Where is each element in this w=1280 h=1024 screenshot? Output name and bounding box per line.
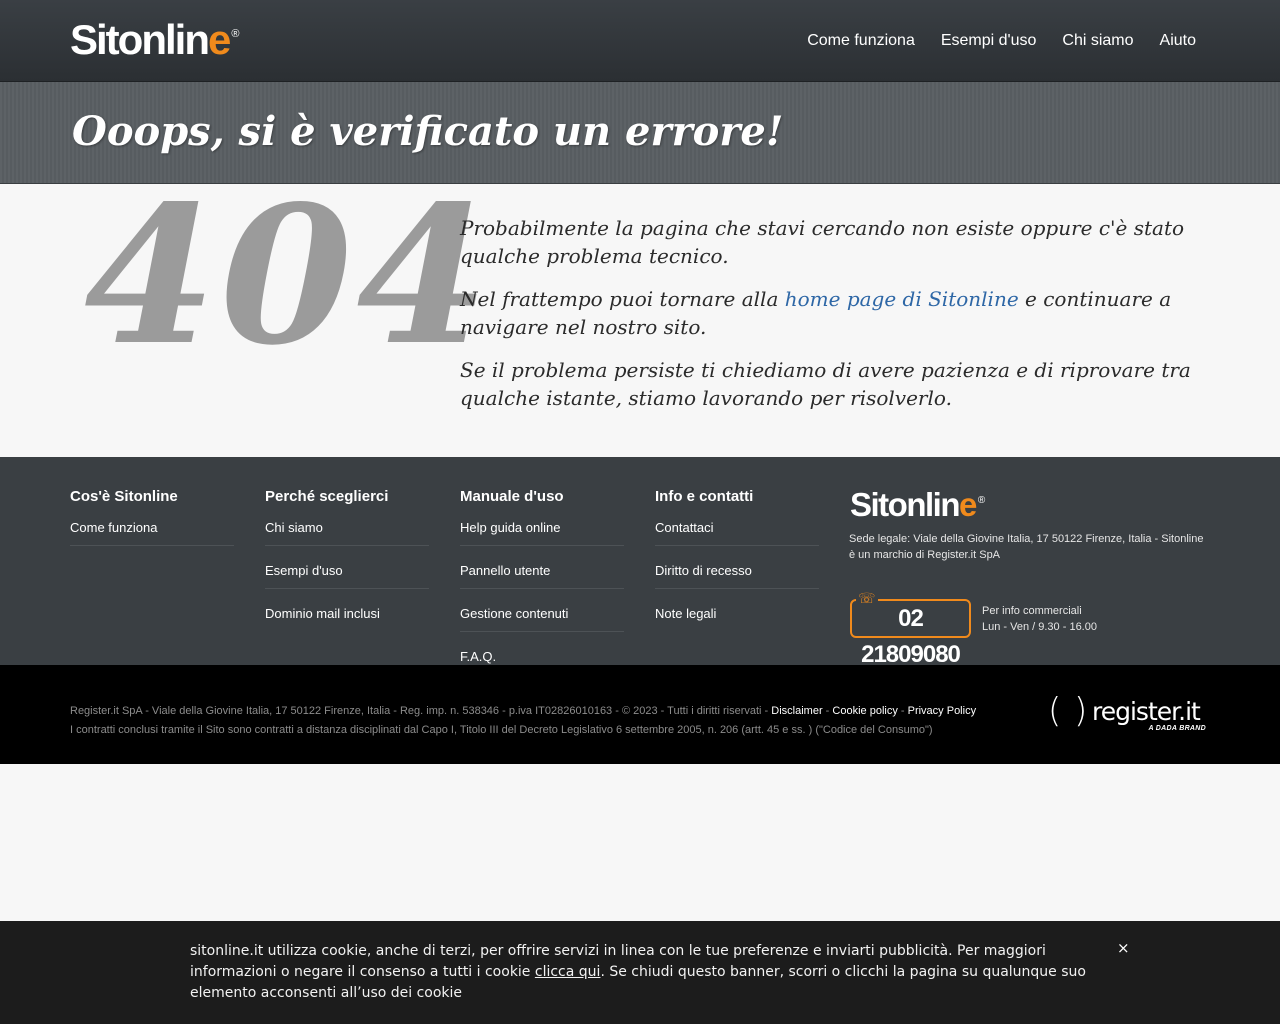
register-logo-tagline: A DADA BRAND <box>1148 725 1206 732</box>
main-content: 404 Probabilmente la pagina che stavi ce… <box>0 164 1280 457</box>
phone-hours: Lun - Ven / 9.30 - 16.00 <box>982 621 1097 633</box>
error-code: 404 <box>84 164 493 387</box>
register-logo-paren-left: ( <box>1048 691 1062 731</box>
nav-come-funziona[interactable]: Come funziona <box>807 32 915 50</box>
footer-col-title: Manuale d'uso <box>460 488 564 505</box>
register-logo-word: register.it <box>1092 697 1201 726</box>
footer-col-info-contatti: Info e contatti Contattaci Diritto di re… <box>655 488 819 647</box>
logo-accent: e <box>958 486 977 523</box>
logo-text: Sitonlin <box>70 16 210 63</box>
footer-link-contattaci[interactable]: Contattaci <box>655 520 714 535</box>
main-nav: Come funziona Esempi d'uso Chi siamo Aiu… <box>807 32 1196 50</box>
logo-registered-mark: ® <box>231 28 240 40</box>
footer-col-title: Perché sceglierci <box>265 488 389 505</box>
separator: - <box>897 705 908 717</box>
message-paragraph-2: Nel frattempo puoi tornare alla home pag… <box>460 285 1220 341</box>
footer-col-title: Cos'è Sitonline <box>70 488 178 505</box>
bottom-bar: Register.it SpA - Viale della Giovine It… <box>0 665 1280 764</box>
home-page-link[interactable]: home page di Sitonline <box>785 287 1019 311</box>
footer-link-help-guida[interactable]: Help guida online <box>460 520 560 535</box>
message-paragraph-1: Probabilmente la pagina che stavi cercan… <box>460 216 1185 268</box>
sitonline-logo[interactable]: Sitonline ® <box>70 18 239 62</box>
site-header: Sitonline ® Come funziona Esempi d'uso C… <box>0 0 1280 82</box>
register-logo-paren-right: ) <box>1074 691 1088 731</box>
footer-legal-address: Sede legale: Viale della Giovine Italia,… <box>849 533 1204 561</box>
page-title: Ooops, si è verificato un errore! <box>72 108 784 155</box>
logo-registered-mark: ® <box>977 495 986 506</box>
nav-esempi-uso[interactable]: Esempi d'uso <box>941 32 1037 50</box>
footer-col-perche-sceglierci: Perché sceglierci Chi siamo Esempi d'uso… <box>265 488 429 647</box>
cookie-info-link[interactable]: clicca qui <box>535 964 601 980</box>
legal-text: Register.it SpA - Viale della Giovine It… <box>70 702 1030 740</box>
nav-chi-siamo[interactable]: Chi siamo <box>1062 32 1133 50</box>
footer-link-come-funziona[interactable]: Come funziona <box>70 520 157 535</box>
footer-link-gestione-contenuti[interactable]: Gestione contenuti <box>460 606 568 621</box>
legal-company-info: Register.it SpA - Viale della Giovine It… <box>70 705 772 717</box>
privacy-policy-link[interactable]: Privacy Policy <box>908 705 976 717</box>
cookie-text: sitonline.it utilizza cookie, anche di t… <box>190 941 1100 1004</box>
footer-sitonline-logo: Sitonline ® <box>850 487 985 523</box>
legal-contracts-note: I contratti conclusi tramite il Sito son… <box>70 724 933 736</box>
logo-accent: e <box>207 16 231 63</box>
nav-aiuto[interactable]: Aiuto <box>1160 32 1196 50</box>
footer-col-cose-sitonline: Cos'è Sitonline Come funziona <box>70 488 234 562</box>
cookie-policy-link[interactable]: Cookie policy <box>832 705 897 717</box>
footer-link-chi-siamo[interactable]: Chi siamo <box>265 520 323 535</box>
logo-text: Sitonlin <box>850 486 960 523</box>
close-icon[interactable]: × <box>1117 939 1130 957</box>
message-paragraph-3: Se il problema persiste ti chiediamo di … <box>460 358 1191 410</box>
phone-info: Per info commerciali Lun - Ven / 9.30 - … <box>982 603 1097 635</box>
footer-link-diritto-recesso[interactable]: Diritto di recesso <box>655 563 752 578</box>
footer-link-esempi-uso[interactable]: Esempi d'uso <box>265 563 343 578</box>
cookie-banner: sitonline.it utilizza cookie, anche di t… <box>0 921 1280 1024</box>
message-text: Nel frattempo puoi tornare alla <box>460 287 785 311</box>
separator: - <box>822 705 833 717</box>
disclaimer-link[interactable]: Disclaimer <box>771 705 822 717</box>
site-footer: Cos'è Sitonline Come funziona Perché sce… <box>0 457 1280 668</box>
footer-link-dominio-mail[interactable]: Dominio mail inclusi <box>265 606 380 621</box>
phone-icon: ☏ <box>856 590 878 606</box>
error-message: Probabilmente la pagina che stavi cercan… <box>460 214 1220 427</box>
phone-info-line: Per info commerciali <box>982 605 1082 617</box>
register-it-logo[interactable]: ( ) register.it A DADA BRAND <box>1048 691 1206 735</box>
footer-col-manuale-uso: Manuale d'uso Help guida online Pannello… <box>460 488 624 690</box>
footer-link-faq[interactable]: F.A.Q. <box>460 649 496 664</box>
footer-link-pannello-utente[interactable]: Pannello utente <box>460 563 550 578</box>
footer-col-title: Info e contatti <box>655 488 754 505</box>
footer-link-note-legali[interactable]: Note legali <box>655 606 716 621</box>
